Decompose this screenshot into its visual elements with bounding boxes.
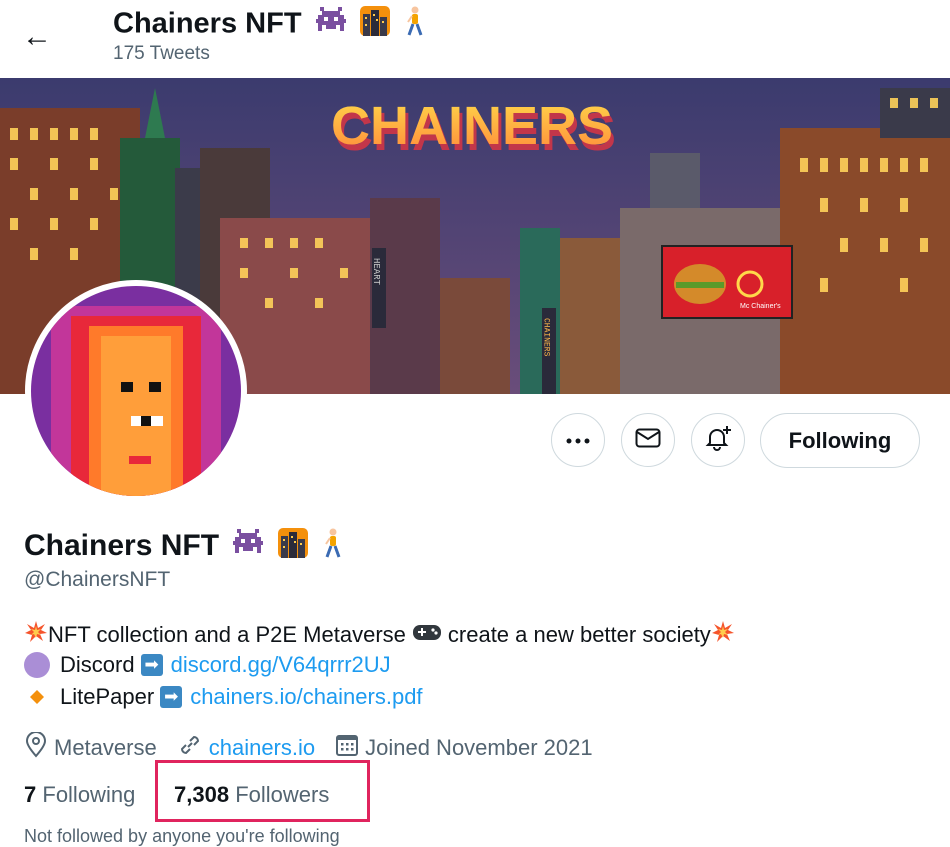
collision-icon: [711, 620, 735, 650]
alien-monster-icon: [233, 529, 264, 565]
city-dusk-icon: [359, 6, 390, 44]
city-dusk-icon: [277, 528, 308, 566]
website-link[interactable]: chainers.io: [209, 735, 315, 761]
bio-line-litepaper: LitePaper ➡ chainers.io/chainers.pdf: [24, 684, 423, 710]
chainers-sign: CHAINERS: [542, 318, 551, 357]
followers-highlight-box: [155, 760, 370, 822]
profile-header-bar: ← Chainers NFT 175 Tweets: [0, 0, 950, 78]
avatar[interactable]: [25, 280, 247, 502]
litepaper-link[interactable]: chainers.io/chainers.pdf: [190, 684, 422, 710]
bell-plus-icon: [704, 424, 732, 457]
joined-item: Joined November 2021: [335, 733, 593, 763]
location-item: Metaverse: [24, 731, 157, 764]
game-controller-icon: [412, 622, 442, 648]
bio-line-discord: Discord ➡ discord.gg/V64qrrr2UJ: [24, 652, 391, 678]
alien-monster-icon: [315, 7, 346, 43]
notifications-button[interactable]: [691, 413, 745, 467]
envelope-icon: [635, 428, 661, 453]
right-arrow-icon: ➡: [160, 686, 183, 708]
calendar-icon: [335, 733, 365, 763]
walking-person-icon: [322, 528, 344, 566]
walking-person-icon: [404, 6, 426, 44]
purple-circle-icon: [24, 652, 50, 678]
back-arrow-icon[interactable]: ←: [22, 20, 58, 56]
more-icon: [566, 431, 590, 449]
message-button[interactable]: [621, 413, 675, 467]
right-arrow-icon: ➡: [140, 654, 163, 676]
banner-title: CHAINERS: [331, 96, 613, 156]
following-stat[interactable]: 7 Following: [24, 782, 135, 808]
header-title: Chainers NFT: [113, 6, 426, 44]
discord-link[interactable]: discord.gg/V64qrrr2UJ: [171, 652, 391, 678]
collision-icon: [24, 620, 48, 650]
billboard-text: Mc Chainer's: [740, 303, 781, 310]
avatar-image: [31, 286, 241, 496]
more-options-button[interactable]: [551, 413, 605, 467]
profile-handle: @ChainersNFT: [24, 568, 171, 591]
followed-by-text: Not followed by anyone you're following: [24, 826, 340, 846]
orange-diamond-icon: [24, 684, 50, 710]
bio-line-1: NFT collection and a P2E Metaverse creat…: [24, 620, 735, 650]
tweet-count: 175 Tweets: [113, 43, 210, 64]
location-pin-icon: [24, 731, 54, 764]
heart-sign: HEART: [371, 258, 381, 286]
following-button[interactable]: Following: [760, 413, 920, 468]
profile-name: Chainers NFT: [24, 528, 344, 566]
